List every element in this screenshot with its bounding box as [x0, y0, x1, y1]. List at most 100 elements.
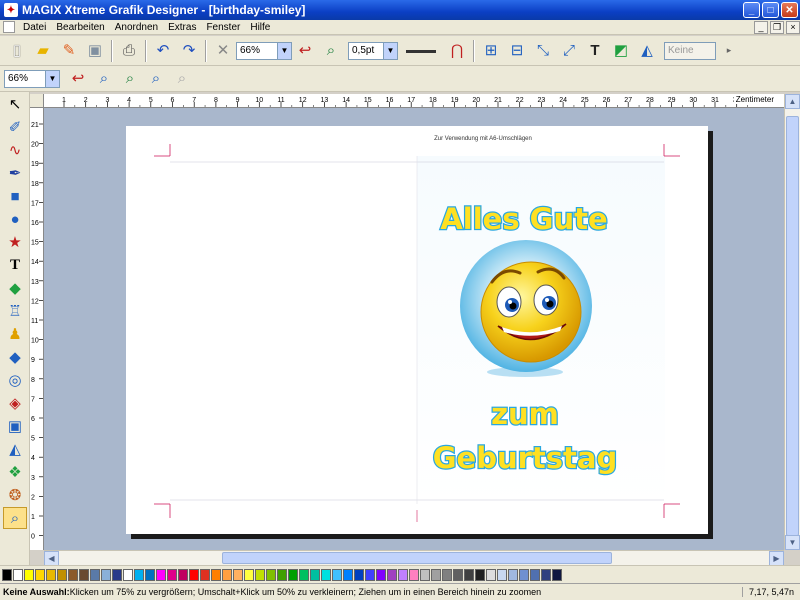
color-swatch[interactable] — [277, 568, 287, 581]
mould-tool-icon[interactable]: ▣ — [3, 415, 27, 437]
scroll-down-icon[interactable]: ▼ — [785, 535, 800, 550]
color-swatch[interactable] — [46, 568, 56, 581]
color-swatch[interactable] — [475, 568, 485, 581]
import-icon[interactable]: ✎ — [57, 39, 81, 63]
color-swatch[interactable] — [519, 568, 529, 581]
color-swatch[interactable] — [376, 568, 386, 581]
horizontal-scrollbar[interactable]: ◀ ▶ — [44, 550, 784, 566]
color-swatch[interactable] — [35, 568, 45, 581]
color-swatch[interactable] — [398, 568, 408, 581]
chevron-down-icon[interactable]: ▼ — [383, 42, 397, 59]
doc-restore-icon[interactable]: ❐ — [770, 20, 784, 34]
color-swatch[interactable] — [13, 568, 23, 581]
text-tool-icon[interactable]: T — [3, 254, 27, 276]
zoom-page-icon[interactable]: ⌕ — [92, 67, 116, 91]
text-tool-icon[interactable]: T — [583, 39, 607, 63]
blend-tool-icon[interactable]: ♟ — [3, 323, 27, 345]
color-swatch[interactable] — [134, 568, 144, 581]
chevron-down-icon[interactable]: ▼ — [45, 70, 59, 87]
vertical-scroll-thumb[interactable] — [786, 116, 799, 536]
color-swatch[interactable] — [222, 568, 232, 581]
color-swatch[interactable] — [343, 568, 353, 581]
color-swatch[interactable] — [68, 568, 78, 581]
fill-tool-icon[interactable]: ◆ — [3, 277, 27, 299]
transparency-tool-icon[interactable]: ♖ — [3, 300, 27, 322]
connector-icon[interactable]: ⤡ — [531, 39, 555, 63]
color-swatch[interactable] — [101, 568, 111, 581]
color-swatch[interactable] — [530, 568, 540, 581]
transparency-icon[interactable]: ◭ — [635, 39, 659, 63]
color-swatch[interactable] — [497, 568, 507, 581]
menu-anordnen[interactable]: Anordnen — [110, 20, 163, 35]
color-swatch[interactable] — [24, 568, 34, 581]
doc-close-icon[interactable]: × — [786, 20, 800, 34]
print-icon[interactable]: ⎙ — [117, 39, 141, 63]
color-swatch[interactable] — [57, 568, 67, 581]
zoom-all-icon[interactable]: ⌕ — [144, 67, 168, 91]
rectangle-tool-icon[interactable]: ■ — [3, 185, 27, 207]
menu-extras[interactable]: Extras — [163, 20, 201, 35]
color-swatch[interactable] — [332, 568, 342, 581]
color-swatch[interactable] — [453, 568, 463, 581]
ruler-corner[interactable] — [30, 94, 44, 108]
color-swatch[interactable] — [90, 568, 100, 581]
document-page[interactable]: Zur Verwendung mit A6-Umschlägen Alles G… — [126, 126, 708, 534]
zoom-selected-icon[interactable]: ⌕ — [118, 67, 142, 91]
zoom-selection-icon[interactable]: ⌕ — [319, 39, 343, 63]
ellipse-tool-icon[interactable]: ● — [3, 208, 27, 230]
vertical-scrollbar[interactable]: ▲ ▼ — [784, 94, 800, 550]
shadow-tool-icon[interactable]: ◈ — [3, 392, 27, 414]
zoom-previous-icon[interactable]: ↩ — [66, 67, 90, 91]
doc-minimize-icon[interactable]: _ — [754, 20, 768, 34]
document-icon[interactable] — [3, 21, 15, 33]
menu-hilfe[interactable]: Hilfe — [245, 20, 275, 35]
fill-icon[interactable]: ◩ — [609, 39, 633, 63]
chevron-right-icon[interactable]: ▸ — [717, 39, 741, 63]
color-swatch[interactable] — [365, 568, 375, 581]
scroll-left-icon[interactable]: ◀ — [44, 551, 59, 566]
vertical-ruler[interactable]: 21 20 19 18 17 16 15 14 13 12 11 10 9 8 7 6 5 4 3 2 1 0 — [30, 108, 44, 550]
color-swatch[interactable] — [508, 568, 518, 581]
zoom-tool-icon[interactable]: ⌕ — [3, 507, 27, 529]
color-swatch[interactable] — [387, 568, 397, 581]
color-swatch[interactable] — [266, 568, 276, 581]
brush-tool-icon[interactable]: ✐ — [3, 116, 27, 138]
color-swatch[interactable] — [541, 568, 551, 581]
color-swatch[interactable] — [552, 568, 562, 581]
redo-icon[interactable]: ↷ — [177, 39, 201, 63]
horizontal-ruler[interactable]: 1 2 3 4 5 6 7 8 9 10 11 12 13 14 15 16 17 18 19 20 21 22 23 24 2… — [44, 94, 784, 108]
maximize-button[interactable]: □ — [762, 2, 779, 18]
color-swatch[interactable] — [79, 568, 89, 581]
color-swatch[interactable] — [431, 568, 441, 581]
color-swatch[interactable] — [244, 568, 254, 581]
color-swatch[interactable] — [233, 568, 243, 581]
extrude-tool-icon[interactable]: ◆ — [3, 346, 27, 368]
color-swatch[interactable] — [354, 568, 364, 581]
menu-bearbeiten[interactable]: Bearbeiten — [51, 20, 109, 35]
zoom-previous-icon[interactable]: ↩ — [293, 39, 317, 63]
color-swatch[interactable] — [189, 568, 199, 581]
select-tool-icon[interactable]: ↖ — [3, 93, 27, 115]
shapes-tool-icon[interactable]: ★ — [3, 231, 27, 253]
color-swatch[interactable] — [211, 568, 221, 581]
color-swatch[interactable] — [464, 568, 474, 581]
color-swatch[interactable] — [167, 568, 177, 581]
color-swatch[interactable] — [299, 568, 309, 581]
zoom-100-icon[interactable]: ⌕ — [170, 67, 194, 91]
new-document-icon[interactable]: ▯ — [5, 39, 29, 63]
color-swatch[interactable] — [409, 568, 419, 581]
close-button[interactable]: ✕ — [781, 2, 798, 18]
color-swatch[interactable] — [156, 568, 166, 581]
feather-tool-icon[interactable]: ❖ — [3, 461, 27, 483]
contour-tool-icon[interactable]: ◎ — [3, 369, 27, 391]
line-style-icon[interactable]: ▬▬▬ — [399, 39, 443, 63]
color-swatch[interactable] — [178, 568, 188, 581]
open-folder-icon[interactable]: ▰ — [31, 39, 55, 63]
color-swatch[interactable] — [255, 568, 265, 581]
color-swatch[interactable] — [442, 568, 452, 581]
menu-fenster[interactable]: Fenster — [201, 20, 245, 35]
color-swatch[interactable] — [200, 568, 210, 581]
curve-tool-icon[interactable]: ∿ — [3, 139, 27, 161]
erase-tool-icon[interactable]: ❂ — [3, 484, 27, 506]
delete-icon[interactable]: ✕ — [211, 39, 235, 63]
